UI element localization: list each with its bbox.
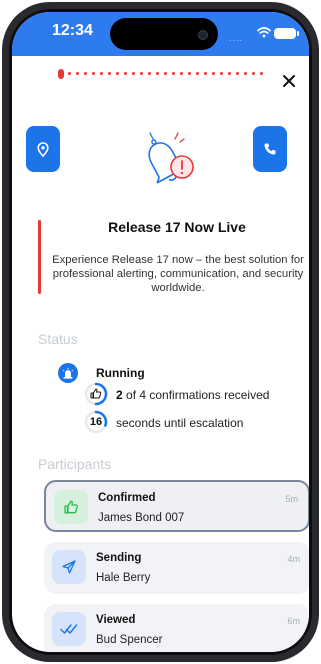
progress-dot [100,72,103,75]
participant-status: Sending [96,552,142,564]
progress-dot [148,72,151,75]
participants-section-label: Participants [38,456,112,472]
progress-dot [260,72,263,75]
confirmations-progress-ring [84,382,108,406]
send-icon [52,550,86,584]
thumbs-up-icon [90,388,102,399]
siren-icon [58,363,78,383]
progress-dot [156,72,159,75]
wifi-icon [257,27,271,38]
progress-dot [228,72,231,75]
confirmations-count: 2 [116,388,123,402]
status-bar: 12:34 .... [12,12,309,56]
status-state: Running [96,366,145,380]
progress-dot [164,72,167,75]
battery-nub [297,31,299,36]
location-pin-icon [37,141,49,157]
participant-card-sending[interactable]: Sending Hale Berry 4m [44,542,309,594]
progress-dot [196,72,199,75]
progress-dot [116,72,119,75]
progress-dot [236,72,239,75]
participant-name: Hale Berry [96,572,151,584]
progress-dot [108,72,111,75]
progress-dot [124,72,127,75]
progress-dot [180,72,183,75]
progress-dot [188,72,191,75]
participant-time: 6m [287,616,300,626]
location-button[interactable] [26,126,60,172]
confirmations-text: of 4 confirmations received [122,388,270,402]
progress-dot [244,72,247,75]
progress-dot [92,72,95,75]
progress-dot [140,72,143,75]
progress-dot [212,72,215,75]
escalation-text: seconds until escalation [116,416,244,430]
app-screen: 12:34 .... Release 17 Now Live Experienc… [12,12,309,652]
alert-description: Experience Release 17 now – the best sol… [52,254,304,294]
participant-time: 5m [285,494,298,504]
phone-icon [264,143,276,155]
escalation-seconds: 16 [89,416,103,428]
participant-name: Bud Spencer [96,634,163,646]
battery-icon [274,28,296,39]
progress-dot [76,72,79,75]
dynamic-island [110,18,218,50]
progress-dot [84,72,87,75]
progress-dot [220,72,223,75]
camera-icon [198,30,208,40]
call-button[interactable] [253,126,287,172]
progress-dot [252,72,255,75]
participant-status: Confirmed [98,492,156,504]
thumbs-up-icon [54,490,88,524]
participant-card-confirmed[interactable]: Confirmed James Bond 007 5m [44,480,309,532]
signal-icon: .... [229,33,244,43]
progress-current-step [58,69,64,79]
progress-dot [68,72,71,75]
alert-bell-icon [148,132,194,184]
participant-card-viewed[interactable]: Viewed Bud Spencer 6m [44,604,309,652]
close-icon[interactable] [280,72,298,90]
confirmations-row: 2 of 4 confirmations received [116,388,269,402]
progress-dot [172,72,175,75]
phone-device: 12:34 .... Release 17 Now Live Experienc… [0,0,321,664]
progress-dot [204,72,207,75]
alert-title: Release 17 Now Live [108,219,246,235]
double-check-icon [52,612,86,646]
participant-name: James Bond 007 [98,512,185,524]
status-section-label: Status [38,331,78,347]
progress-dot [132,72,135,75]
participant-status: Viewed [96,614,136,626]
alert-severity-bar [38,220,41,294]
participant-time: 4m [287,554,300,564]
status-time: 12:34 [52,22,93,39]
